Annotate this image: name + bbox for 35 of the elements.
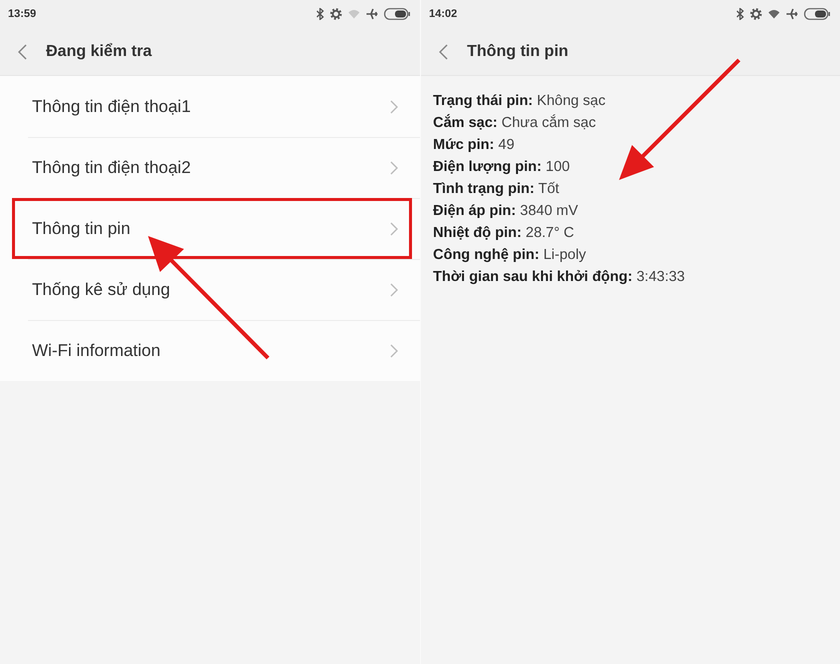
chevron-right-icon xyxy=(390,160,398,174)
screen-title: Thông tin pin xyxy=(467,42,568,60)
bluetooth-icon xyxy=(736,8,744,20)
battery-icon xyxy=(804,8,830,20)
chevron-right-icon xyxy=(390,344,398,358)
info-row-text: Điện áp pin: 3840 mV xyxy=(433,202,580,221)
menu-item[interactable]: Thông tin điện thoại1 xyxy=(0,76,420,137)
battery-icon xyxy=(384,8,410,20)
info-row-text: Cắm sạc: Chưa cắm sạc xyxy=(433,113,597,133)
menu-item[interactable]: Thống kê sử dụng xyxy=(0,259,420,320)
chevron-right-icon xyxy=(390,100,398,114)
airplane-icon xyxy=(366,8,378,20)
info-row-text: Nhiệt độ pin: 28.7° C xyxy=(433,224,576,243)
airplane-icon xyxy=(786,8,798,20)
screen-title: Đang kiểm tra xyxy=(46,42,152,60)
back-icon[interactable] xyxy=(18,44,27,60)
info-row-text: Điện lượng pin: 100 xyxy=(433,158,571,177)
menu-item[interactable]: Thông tin điện thoại2 xyxy=(0,137,420,198)
back-icon[interactable] xyxy=(439,44,448,60)
status-time: 13:59 xyxy=(8,8,36,20)
bluetooth-icon xyxy=(316,8,324,20)
chevron-right-icon xyxy=(390,222,398,236)
info-row-text: Công nghệ pin: Li-poly xyxy=(433,246,588,265)
menu-item[interactable]: Wi-Fi information xyxy=(0,320,420,381)
info-row-text: Thời gian sau khi khởi động: 3:43:33 xyxy=(433,268,686,287)
chevron-right-icon xyxy=(390,282,398,296)
gear-icon xyxy=(750,8,762,20)
info-row-text: Tình trạng pin: Tốt xyxy=(433,180,560,199)
gear-icon xyxy=(330,8,342,20)
wifi-icon xyxy=(768,9,780,19)
wifi-icon xyxy=(348,9,360,19)
info-row-text: Mức pin: 49 xyxy=(433,136,516,155)
menu-item[interactable]: Thông tin pin xyxy=(0,198,420,259)
info-row-text: Trạng thái pin: Không sạc xyxy=(433,92,606,111)
status-time: 14:02 xyxy=(429,8,458,20)
